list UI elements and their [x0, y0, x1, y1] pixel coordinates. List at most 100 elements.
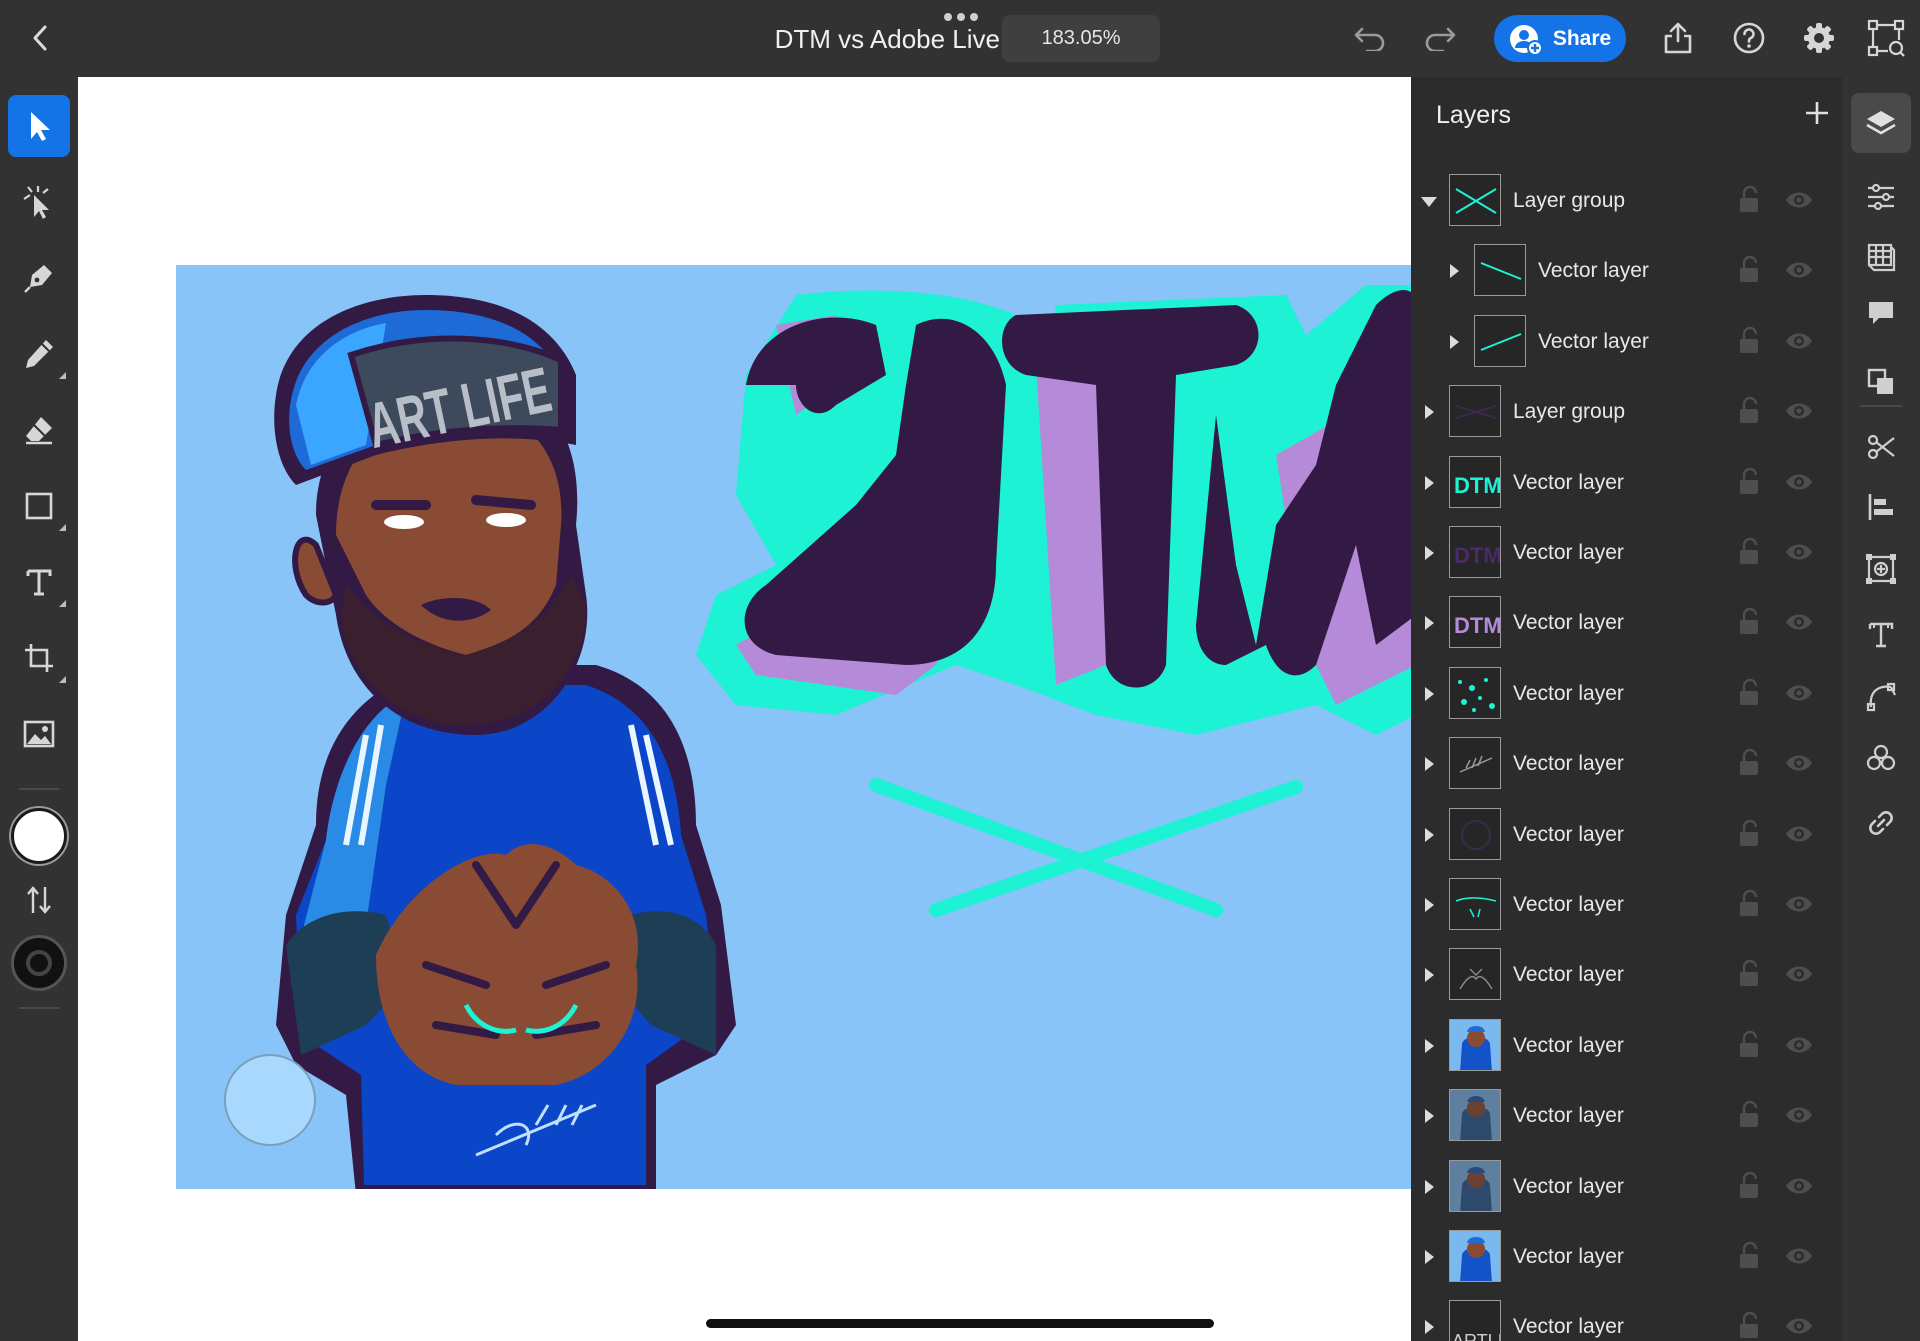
- zoom-level[interactable]: 183.05%: [1002, 15, 1160, 62]
- scissors-button[interactable]: [1851, 417, 1911, 477]
- help-icon[interactable]: [1729, 18, 1769, 58]
- visibility-eye-icon[interactable]: [1784, 1102, 1814, 1128]
- layer-row[interactable]: DTM Vector layer: [1411, 519, 1842, 589]
- pencil-tool[interactable]: [8, 323, 70, 385]
- unlock-icon[interactable]: [1736, 537, 1762, 567]
- layer-row[interactable]: Vector layer: [1411, 871, 1842, 941]
- expand-caret-icon[interactable]: [1425, 1109, 1434, 1124]
- coedit-nodes-icon[interactable]: [1864, 16, 1908, 60]
- unlock-icon[interactable]: [1736, 607, 1762, 637]
- unlock-icon[interactable]: [1736, 959, 1762, 989]
- visibility-eye-icon[interactable]: [1784, 891, 1814, 917]
- expand-caret-icon[interactable]: [1425, 616, 1434, 631]
- expand-caret-icon[interactable]: [1425, 405, 1434, 420]
- settings-gear-icon[interactable]: [1799, 18, 1839, 58]
- pen-tool[interactable]: [8, 247, 70, 309]
- visibility-eye-icon[interactable]: [1784, 539, 1814, 565]
- layer-row[interactable]: Vector layer: [1411, 237, 1842, 307]
- visibility-eye-icon[interactable]: [1784, 680, 1814, 706]
- visibility-eye-icon[interactable]: [1784, 469, 1814, 495]
- visibility-eye-icon[interactable]: [1784, 257, 1814, 283]
- expand-caret-icon[interactable]: [1425, 1038, 1434, 1053]
- layer-row[interactable]: Layer group: [1411, 167, 1842, 237]
- unlock-icon[interactable]: [1736, 1100, 1762, 1130]
- text-tool[interactable]: [8, 551, 70, 613]
- unlock-icon[interactable]: [1736, 748, 1762, 778]
- unlock-icon[interactable]: [1736, 1241, 1762, 1271]
- fill-color-swatch[interactable]: [11, 808, 67, 864]
- unlock-icon[interactable]: [1736, 1030, 1762, 1060]
- expand-caret-icon[interactable]: [1425, 1179, 1434, 1194]
- properties-button[interactable]: [1851, 167, 1911, 227]
- export-icon[interactable]: [1658, 18, 1698, 58]
- visibility-eye-icon[interactable]: [1784, 187, 1814, 213]
- layer-row[interactable]: DTM Vector layer: [1411, 589, 1842, 659]
- canvas[interactable]: ART LIFE: [78, 77, 1411, 1341]
- undo-icon[interactable]: [1350, 20, 1390, 56]
- image-tool[interactable]: [8, 703, 70, 765]
- expand-caret-icon[interactable]: [1450, 334, 1459, 349]
- expand-caret-icon[interactable]: [1425, 1320, 1434, 1335]
- unlock-icon[interactable]: [1736, 819, 1762, 849]
- expand-caret-icon[interactable]: [1425, 827, 1434, 842]
- expand-caret-icon[interactable]: [1425, 757, 1434, 772]
- expand-caret-icon[interactable]: [1450, 264, 1459, 279]
- swap-colors-icon[interactable]: [24, 883, 54, 917]
- stroke-color-swatch[interactable]: [11, 935, 67, 991]
- unlock-icon[interactable]: [1736, 185, 1762, 215]
- unlock-icon[interactable]: [1736, 326, 1762, 356]
- layer-row[interactable]: Vector layer: [1411, 1082, 1842, 1152]
- visibility-eye-icon[interactable]: [1784, 1313, 1814, 1339]
- visibility-eye-icon[interactable]: [1784, 750, 1814, 776]
- document-title[interactable]: DTM vs Adobe Live: [760, 24, 1000, 55]
- layer-row[interactable]: Vector layer: [1411, 1012, 1842, 1082]
- visibility-eye-icon[interactable]: [1784, 1243, 1814, 1269]
- expand-caret-icon[interactable]: [1425, 898, 1434, 912]
- link-button[interactable]: [1851, 793, 1911, 853]
- layer-row[interactable]: ARTLIFE Vector layer: [1411, 1293, 1842, 1341]
- layer-row[interactable]: Vector layer: [1411, 941, 1842, 1011]
- document-options-icon[interactable]: [941, 13, 981, 23]
- collapse-caret-icon[interactable]: [1421, 197, 1437, 207]
- redo-icon[interactable]: [1420, 20, 1460, 56]
- artboard[interactable]: ART LIFE: [176, 265, 1411, 1189]
- layer-row[interactable]: Vector layer: [1411, 801, 1842, 871]
- transform-tool[interactable]: [8, 627, 70, 689]
- layer-row[interactable]: Vector layer: [1411, 1223, 1842, 1293]
- arrange-button[interactable]: [1851, 352, 1911, 412]
- back-chevron-icon[interactable]: [22, 20, 58, 56]
- repeat-grid-button[interactable]: [1851, 539, 1911, 599]
- select-tool[interactable]: [8, 95, 70, 157]
- layer-row[interactable]: DTM Vector layer: [1411, 449, 1842, 519]
- path-button[interactable]: [1851, 667, 1911, 727]
- layer-row[interactable]: Vector layer: [1411, 1153, 1842, 1223]
- add-layer-plus-icon[interactable]: [1801, 97, 1833, 129]
- expand-caret-icon[interactable]: [1425, 1250, 1434, 1264]
- visibility-eye-icon[interactable]: [1784, 1173, 1814, 1199]
- unlock-icon[interactable]: [1736, 678, 1762, 708]
- visibility-eye-icon[interactable]: [1784, 821, 1814, 847]
- shape-builder-button[interactable]: [1851, 729, 1911, 789]
- expand-caret-icon[interactable]: [1425, 475, 1434, 490]
- layer-row[interactable]: Vector layer: [1411, 660, 1842, 730]
- direct-select-tool[interactable]: [8, 171, 70, 233]
- comments-button[interactable]: [1851, 283, 1911, 343]
- layers-panel-button[interactable]: [1851, 93, 1911, 153]
- unlock-icon[interactable]: [1736, 889, 1762, 919]
- visibility-eye-icon[interactable]: [1784, 398, 1814, 424]
- unlock-icon[interactable]: [1736, 467, 1762, 497]
- visibility-eye-icon[interactable]: [1784, 961, 1814, 987]
- expand-caret-icon[interactable]: [1425, 686, 1434, 701]
- visibility-eye-icon[interactable]: [1784, 328, 1814, 354]
- unlock-icon[interactable]: [1736, 255, 1762, 285]
- eraser-tool[interactable]: [8, 399, 70, 461]
- unlock-icon[interactable]: [1736, 1171, 1762, 1201]
- layer-row[interactable]: Vector layer: [1411, 308, 1842, 378]
- unlock-icon[interactable]: [1736, 1311, 1762, 1341]
- layer-row[interactable]: Layer group: [1411, 378, 1842, 448]
- visibility-eye-icon[interactable]: [1784, 609, 1814, 635]
- type-button[interactable]: [1851, 605, 1911, 665]
- visibility-eye-icon[interactable]: [1784, 1032, 1814, 1058]
- rectangle-tool[interactable]: [8, 475, 70, 537]
- align-button[interactable]: [1851, 477, 1911, 537]
